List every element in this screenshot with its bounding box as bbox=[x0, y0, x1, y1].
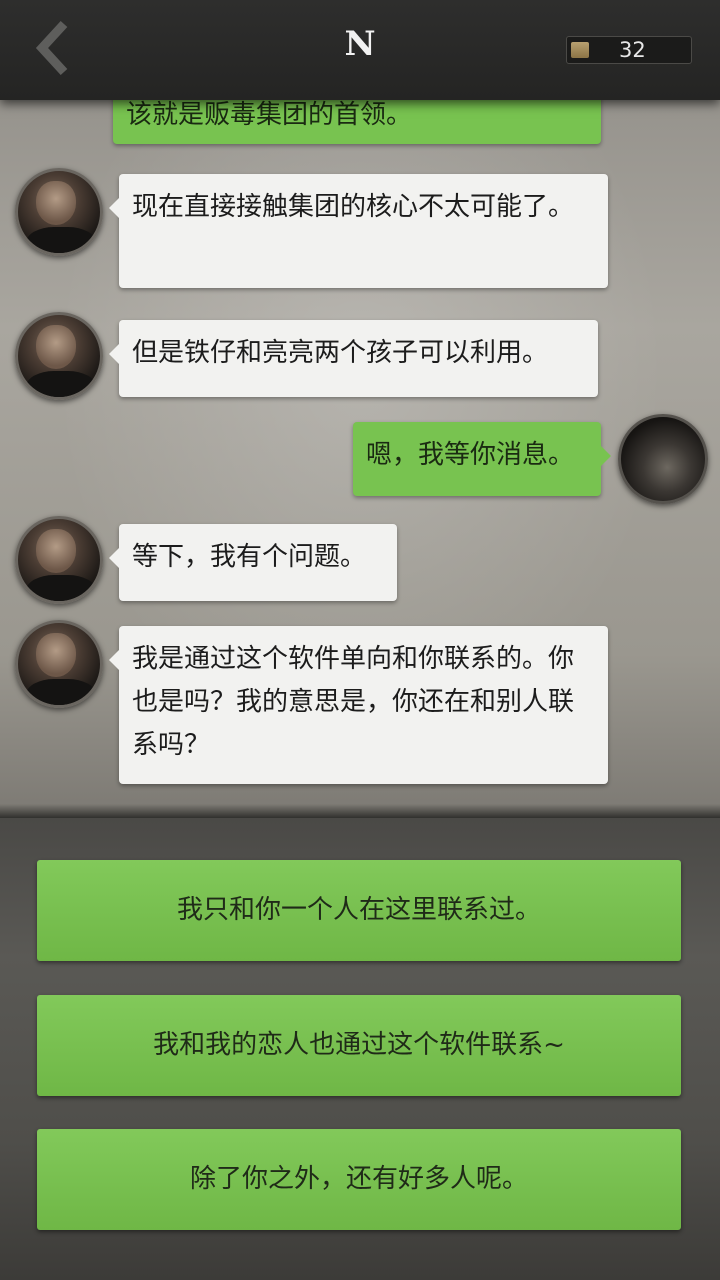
my-avatar[interactable] bbox=[618, 414, 708, 504]
reply-option-label: 我和我的恋人也通过这个软件联系~ bbox=[153, 1030, 565, 1060]
message-text: 我是通过这个软件单向和你联系的。你也是吗？我的意思是，你还在和别人联系吗？ bbox=[132, 644, 575, 760]
contact-avatar[interactable] bbox=[15, 516, 103, 604]
message-text: 现在直接接触集团的核心不太可能了。 bbox=[132, 192, 575, 222]
reply-option-label: 除了你之外，还有好多人呢。 bbox=[189, 1164, 528, 1194]
coin-count: 32 bbox=[619, 38, 646, 62]
contact-avatar[interactable] bbox=[15, 168, 103, 256]
message-bubble: 现在直接接触集团的核心不太可能了。 bbox=[109, 174, 608, 288]
message-bubble: 等下，我有个问题。 bbox=[109, 524, 397, 601]
message-text: 嗯，我等你消息。 bbox=[366, 440, 575, 470]
reply-option[interactable]: 我只和你一个人在这里联系过。 bbox=[37, 860, 681, 961]
coin-icon bbox=[571, 42, 589, 58]
message-text: 该就是贩毒集团的首领。 bbox=[126, 100, 413, 130]
top-bar: N 32 bbox=[0, 0, 720, 100]
coin-counter[interactable]: 32 bbox=[566, 36, 692, 64]
message-text: 等下，我有个问题。 bbox=[132, 542, 367, 572]
reply-option[interactable]: 除了你之外，还有好多人呢。 bbox=[37, 1129, 681, 1230]
reply-option-label: 我只和你一个人在这里联系过。 bbox=[176, 895, 541, 925]
chat-area[interactable]: 该就是贩毒集团的首领。 现在直接接触集团的核心不太可能了。 但是铁仔和亮亮两个孩… bbox=[0, 0, 720, 818]
contact-avatar[interactable] bbox=[15, 620, 103, 708]
reply-options-panel: 我只和你一个人在这里联系过。 我和我的恋人也通过这个软件联系~ 除了你之外，还有… bbox=[0, 818, 720, 1280]
message-text: 但是铁仔和亮亮两个孩子可以利用。 bbox=[132, 338, 549, 368]
message-bubble: 但是铁仔和亮亮两个孩子可以利用。 bbox=[109, 320, 598, 397]
contact-avatar[interactable] bbox=[15, 312, 103, 400]
message-bubble: 嗯，我等你消息。 bbox=[353, 422, 611, 496]
reply-option[interactable]: 我和我的恋人也通过这个软件联系~ bbox=[37, 995, 681, 1096]
message-bubble: 我是通过这个软件单向和你联系的。你也是吗？我的意思是，你还在和别人联系吗？ bbox=[109, 626, 608, 784]
